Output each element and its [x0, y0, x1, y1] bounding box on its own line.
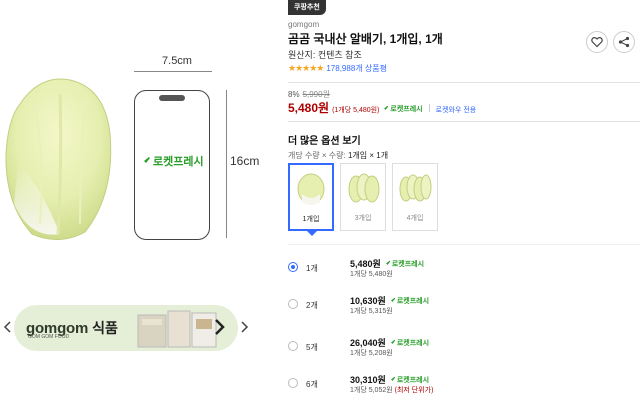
option-hint: 개당 수량 × 수량: 1개입 × 1개: [288, 150, 388, 161]
phone-notch: [159, 95, 185, 101]
divider: [288, 244, 640, 245]
phone-width-label: 7.5cm: [162, 55, 192, 67]
share-icon: [618, 36, 630, 48]
brand-banner[interactable]: gomgom GOM GOM FOOD 식품: [14, 305, 238, 351]
rocket-icon: [389, 297, 396, 304]
seller-link[interactable]: gomgom: [288, 20, 319, 29]
product-image-panel: 7.5cm 로켓프레시 16cm gomgom GOM GOM FOOD 식품: [0, 0, 272, 401]
quantity-option-row[interactable]: 6개 30,310원 로켓프레시 1개당 5,052원 (최저 단위가): [288, 373, 640, 401]
option-thumb-label: 3개입: [354, 215, 372, 222]
cabbage-thumb-image: [297, 173, 325, 205]
original-price: 5,990원: [302, 90, 330, 99]
product-info-panel: 쿠팡추천 gomgom 곰곰 국내산 알배기, 1개입, 1개 원산지: 컨텐츠…: [276, 0, 640, 401]
quantity-option-row[interactable]: 1개 5,480원 로켓프레시 1개당 5,480원: [288, 257, 640, 287]
brand-logo-subtitle: GOM GOM FOOD: [28, 334, 70, 340]
rocket-icon: [384, 260, 391, 267]
option-quantity: 2개: [306, 301, 318, 310]
rating-count: 178,988개 상품평: [326, 64, 387, 73]
option-thumbnails: 1개입 3개입 4개입: [288, 163, 438, 231]
rocket-fresh-label: 로켓프레시: [153, 156, 204, 168]
width-dimension-line: [134, 71, 212, 72]
unit-price: (1개당 5,480원): [332, 107, 380, 114]
cabbage-thumb-image: [348, 173, 380, 203]
option-radio[interactable]: [288, 341, 298, 351]
brand-name: 식품: [92, 320, 118, 336]
option-hint-prefix: 개당 수량 × 수량:: [288, 151, 346, 160]
option-unit-price: 1개당 5,315원: [350, 306, 393, 316]
chevron-right-icon[interactable]: [240, 320, 250, 334]
option-radio[interactable]: [288, 299, 298, 309]
phone-height-label: 16cm: [230, 154, 260, 168]
option-thumb-label: 1개입: [302, 216, 320, 223]
share-button[interactable]: [613, 31, 635, 53]
option-radio[interactable]: [288, 378, 298, 388]
selected-thumb-indicator: [307, 231, 317, 236]
product-origin: 원산지: 컨텐츠 참조: [288, 50, 362, 60]
price-row: 5,480원 (1개당 5,480원) 로켓프레시 로켓와우 전용: [288, 99, 476, 116]
option-unit-price-text: 1개당 5,315원: [350, 308, 393, 315]
cabbage-thumb-image: [399, 174, 432, 202]
option-unit-price: 1개당 5,052원 (최저 단위가): [350, 385, 433, 395]
rocket-fresh-badge: 로켓프레시: [389, 375, 429, 385]
option-thumb[interactable]: 4개입: [392, 163, 438, 231]
option-unit-price-text: 1개당 5,208원: [350, 350, 393, 357]
rocket-icon: [389, 339, 396, 346]
heart-icon: [591, 37, 603, 48]
option-quantity: 6개: [306, 380, 318, 389]
rocket-fresh-badge: 로켓프레시: [384, 259, 424, 269]
cabbage-image: [5, 78, 112, 240]
rocket-wow-label: 로켓와우 전용: [435, 107, 477, 114]
coupang-recommend-badge: 쿠팡추천: [288, 0, 326, 15]
option-quantity: 5개: [306, 343, 318, 352]
option-thumb-label: 4개입: [406, 215, 424, 222]
option-thumb[interactable]: 3개입: [340, 163, 386, 231]
star-rating-icon: ★★★★★: [288, 63, 324, 73]
option-radio[interactable]: [288, 262, 298, 272]
rocket-fresh-badge: 로켓프레시: [389, 338, 429, 348]
option-unit-price-text: 1개당 5,052원: [350, 387, 393, 394]
rocket-icon: [383, 105, 389, 112]
divider: [288, 82, 640, 83]
rocket-fresh-label: 로켓프레시: [396, 339, 430, 347]
option-unit-price: 1개당 5,208원: [350, 348, 393, 358]
rocket-fresh-badge: 로켓프레시: [382, 104, 423, 114]
lowest-unit-price-tag: (최저 단위가): [394, 387, 434, 394]
rocket-fresh-badge: 로켓프레시: [389, 296, 429, 306]
discount-rate: 8%: [288, 90, 300, 99]
rocket-fresh-label: 로켓프레시: [396, 376, 430, 384]
product-title: 곰곰 국내산 알배기, 1개입, 1개: [288, 32, 443, 46]
wishlist-button[interactable]: [586, 31, 608, 53]
more-options-heading: 더 많은 옵션 보기: [288, 136, 361, 147]
height-dimension-line: [226, 90, 227, 238]
rocket-icon: [142, 157, 150, 165]
quantity-option-row[interactable]: 5개 26,040원 로켓프레시 1개당 5,208원: [288, 336, 640, 366]
divider: [428, 104, 430, 112]
option-hint-value: 1개입 × 1개: [347, 151, 389, 160]
quantity-option-row[interactable]: 2개 10,630원 로켓프레시 1개당 5,315원: [288, 294, 640, 324]
sale-price: 5,480원: [288, 101, 330, 115]
option-thumb[interactable]: 1개입: [288, 163, 334, 231]
rocket-fresh-label: 로켓프레시: [391, 260, 425, 268]
rocket-fresh-label: 로켓프레시: [396, 297, 430, 305]
option-quantity: 1개: [306, 264, 318, 273]
phone-size-reference: 로켓프레시: [134, 90, 210, 240]
rocket-fresh-label: 로켓프레시: [390, 105, 423, 113]
option-unit-price: 1개당 5,480원: [350, 269, 393, 279]
option-unit-price-text: 1개당 5,480원: [350, 271, 393, 278]
chevron-left-icon[interactable]: [2, 320, 12, 334]
divider: [288, 121, 640, 122]
rating[interactable]: ★★★★★ 178,988개 상품평: [288, 63, 387, 74]
rocket-fresh-badge: 로켓프레시: [141, 153, 205, 169]
chevron-right-icon[interactable]: [208, 316, 230, 338]
rocket-icon: [389, 376, 396, 383]
